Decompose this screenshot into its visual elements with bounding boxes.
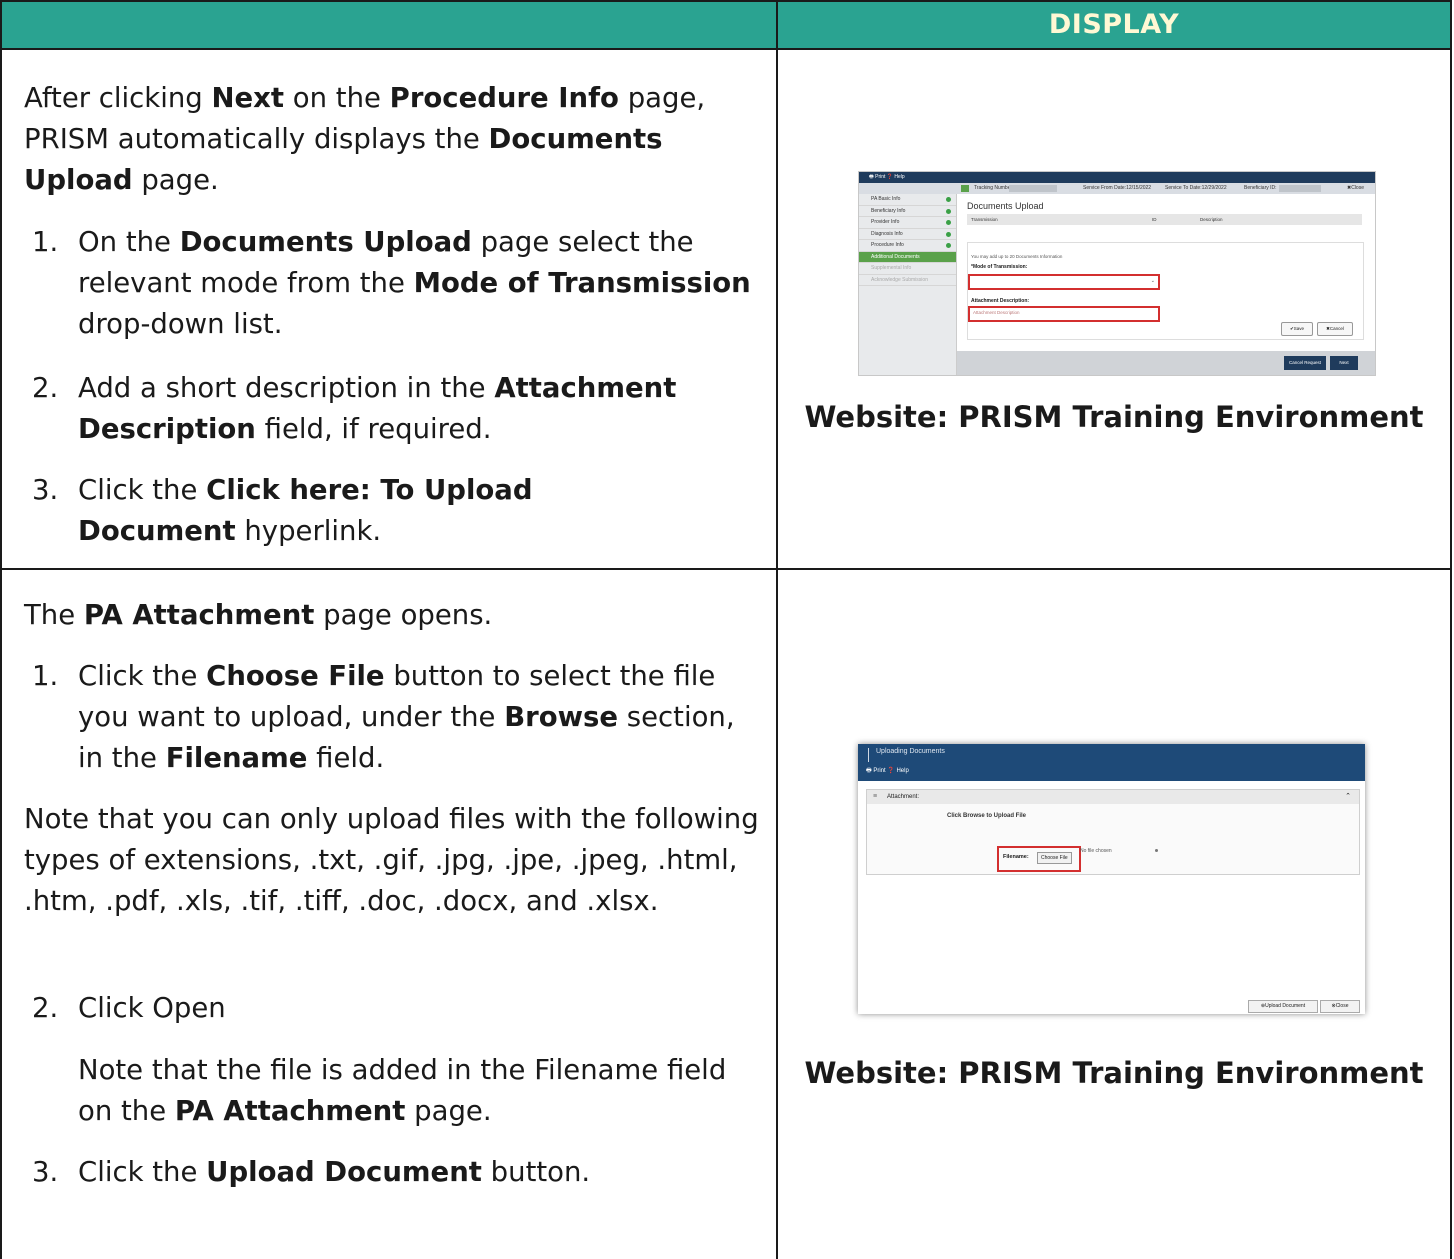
sidebar-item-pa-basic-info: PA Basic Info	[859, 194, 956, 206]
filename-highlight: Filename: Choose File	[997, 846, 1081, 872]
tracking-number-redacted	[1009, 185, 1057, 192]
beneficiary-id-redacted	[1279, 185, 1321, 192]
row2-step2: 2. Click Open	[32, 992, 226, 1024]
sidebar-item-additional-documents: Additional Documents	[859, 251, 956, 263]
uploading-documents-screenshot: Uploading Documents 🖶 Print ❓ Help ≡ Att…	[858, 744, 1365, 1014]
attachment-description-field: Attachment Description	[968, 306, 1160, 322]
header-border	[0, 48, 1452, 50]
screenshot-page-title: Documents Upload	[967, 201, 1044, 211]
row2-step3: 3. Click the Upload Document button.	[32, 1156, 591, 1188]
row2-extension-note: Note that you can only upload files with…	[24, 803, 759, 917]
sidebar-item-acknowledge-submission: Acknowledge Submission	[859, 275, 956, 286]
upload-document-button: ⊕Upload Document	[1248, 1000, 1318, 1013]
right-border	[1450, 0, 1452, 1259]
row1-intro: After clicking Next on the Procedure Inf…	[24, 82, 706, 196]
top-border	[0, 0, 1452, 2]
row1-step2: 2. Add a short description in the Attach…	[32, 372, 677, 445]
screenshot-top-bar: 🖶 Print ❓ Help	[859, 172, 1375, 183]
sidebar-item-beneficiary-info: Beneficiary Info	[859, 206, 956, 217]
attachment-section: ≡ Attachment: ⌃ Click Browse to Upload F…	[866, 789, 1360, 875]
mode-of-transmission-select: ⌄	[968, 274, 1160, 290]
header-divider	[868, 748, 869, 762]
required-dot	[1155, 849, 1158, 852]
sidebar-item-diagnosis-info: Diagnosis Info	[859, 229, 956, 240]
documents-upload-screenshot: 🖶 Print ❓ Help Tracking Number: Service …	[858, 171, 1376, 376]
attachment-section-header: ≡ Attachment: ⌃	[867, 790, 1359, 804]
sidebar-item-procedure-info: Procedure Info	[859, 240, 956, 252]
screenshot-main-panel: Documents Upload Transmission ID Descrip…	[957, 194, 1375, 375]
cancel-button: ✖Cancel	[1317, 322, 1353, 336]
choose-file-button: Choose File	[1037, 852, 1072, 864]
row-divider	[0, 568, 1452, 570]
display-column-header: DISPLAY	[1048, 9, 1180, 40]
chevron-down-icon: ⌄	[1150, 278, 1155, 284]
menu-icon: ≡	[873, 793, 878, 800]
tracking-icon	[961, 185, 969, 192]
row2-caption: Website: PRISM Training Environment	[804, 1056, 1424, 1090]
screenshot-tracking-bar: Tracking Number: Service From Date:12/15…	[859, 183, 1375, 194]
close-button: ⊗Close	[1320, 1000, 1360, 1013]
next-button: Next	[1330, 356, 1358, 370]
screenshot-table-header: Transmission ID Description	[967, 214, 1362, 225]
screenshot-footer: Cancel Request Next	[957, 351, 1375, 375]
row1-caption: Website: PRISM Training Environment	[804, 400, 1424, 434]
left-border	[0, 0, 2, 1259]
row2-step2-note: Note that the file is added in the Filen…	[78, 1054, 727, 1127]
instruction-table: DISPLAY After clicking Next on the Proce…	[0, 0, 1452, 1259]
cancel-request-button: Cancel Request	[1284, 356, 1326, 370]
screenshot-header: Uploading Documents 🖶 Print ❓ Help	[858, 744, 1365, 781]
sidebar-item-supplemental-info: Supplemental Info	[859, 263, 956, 275]
save-button: ✔Save	[1281, 322, 1313, 336]
screenshot-upload-form: You may add up to 20 Documents Informati…	[967, 242, 1364, 340]
row1-step3: 3. Click the Click here: To Upload Docum…	[32, 474, 533, 547]
row2-step1: 1. Click the Choose File button to selec…	[32, 660, 735, 774]
row2-intro: The PA Attachment page opens.	[24, 599, 493, 631]
screenshot-sidebar: PA Basic Info Beneficiary Info Provider …	[859, 194, 957, 375]
chevron-up-icon: ⌃	[1345, 793, 1351, 800]
sidebar-item-provider-info: Provider Info	[859, 217, 956, 229]
row1-step1: 1. On the Documents Upload page select t…	[32, 226, 751, 340]
